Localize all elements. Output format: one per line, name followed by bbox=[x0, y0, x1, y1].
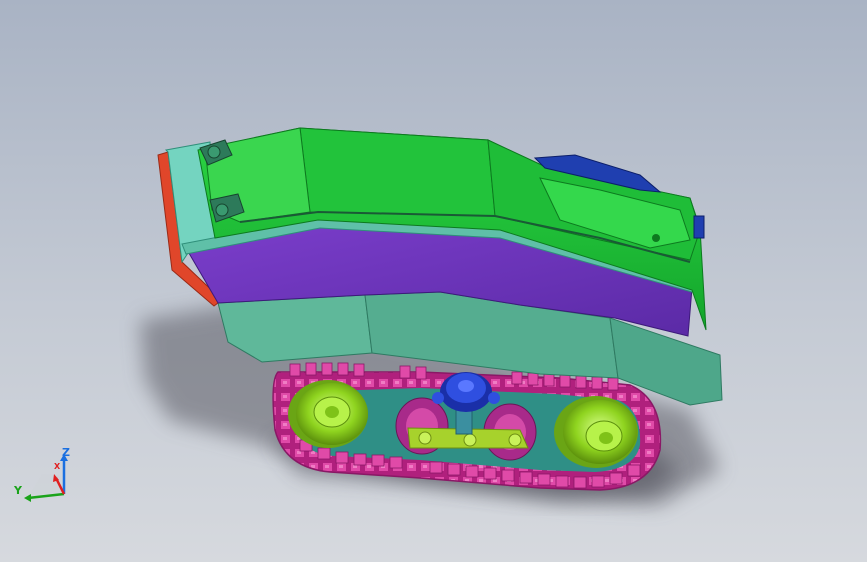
hull-top-ridge bbox=[299, 127, 496, 217]
y-axis-arrow bbox=[24, 494, 31, 502]
z-axis-label: Z bbox=[62, 446, 70, 459]
drive-wheel-right bbox=[554, 396, 638, 468]
drive-wheel-left bbox=[288, 380, 368, 448]
rear-connector bbox=[693, 215, 705, 239]
axis-triad: Z Y X bbox=[12, 446, 82, 506]
3d-viewport[interactable]: Z Y X bbox=[0, 0, 867, 562]
y-axis-line bbox=[27, 492, 65, 500]
x-axis-label: X bbox=[54, 462, 61, 471]
robot-tank-model[interactable] bbox=[0, 0, 867, 562]
axis-triad-graphic bbox=[24, 454, 68, 502]
y-axis-label: Y bbox=[14, 484, 22, 497]
